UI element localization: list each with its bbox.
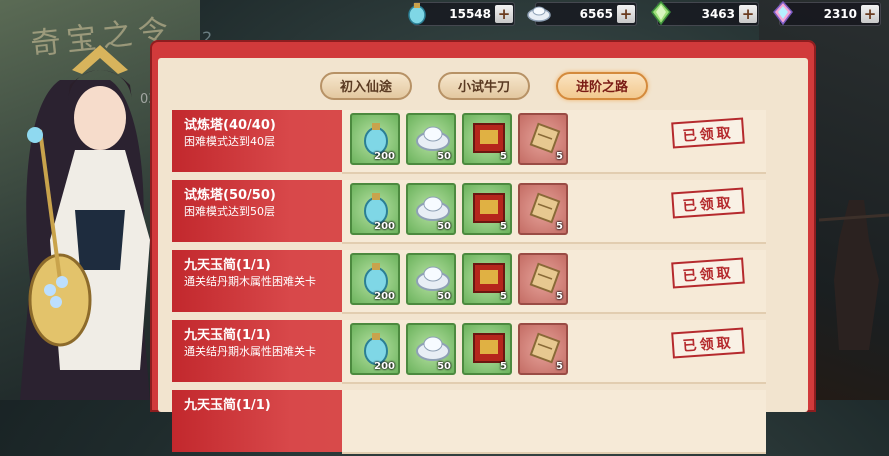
reward-count: 200: [374, 151, 395, 162]
reward-count: 50: [437, 151, 451, 162]
reward-items: 200 50 5 5 已领取: [342, 110, 766, 174]
reward-count: 5: [500, 361, 507, 372]
reward-item[interactable]: 5: [462, 183, 512, 235]
currency-value: 2310: [823, 7, 857, 21]
silver-ingot-icon: [416, 266, 450, 291]
tab-trial[interactable]: 小试牛刀: [438, 72, 530, 100]
add-currency-button[interactable]: +: [861, 5, 879, 23]
reward-item[interactable]: 5: [462, 253, 512, 305]
task-description: 困难模式达到50层: [184, 205, 275, 218]
reward-count: 5: [500, 291, 507, 302]
reward-count: 5: [556, 221, 563, 232]
reward-items: 200 50 5 5 已领取: [342, 250, 766, 314]
jade-potion-icon: [404, 0, 430, 26]
list-item: 试炼塔(50/50) 困难模式达到50层 200 50 5 5 已领取: [172, 180, 766, 246]
silver-ingot-icon: [526, 0, 552, 26]
add-currency-button[interactable]: +: [495, 5, 513, 23]
list-item: 九天玉简(1/1) 通关结丹期木属性困难关卡 200 50 5 5 已领取: [172, 250, 766, 316]
currency-jade-potion: 15548 +: [408, 2, 515, 26]
task-description: 通关结丹期木属性困难关卡: [184, 275, 316, 288]
reward-count: 5: [500, 151, 507, 162]
tab-bar: 初入仙途 小试牛刀 进阶之路: [320, 72, 648, 100]
reward-item[interactable]: 5: [518, 253, 568, 305]
reward-item[interactable]: 50: [406, 253, 456, 305]
reward-count: 5: [556, 361, 563, 372]
claimed-stamp: 已领取: [671, 187, 745, 219]
rainbow-crystal-icon: [770, 0, 796, 26]
tab-beginner[interactable]: 初入仙途: [320, 72, 412, 100]
currency-silver-ingot: 6565 +: [527, 2, 637, 26]
task-description: 通关结丹期水属性困难关卡: [184, 345, 316, 358]
reward-item[interactable]: 50: [406, 183, 456, 235]
reward-items: 200 50 5 5 已领取: [342, 320, 766, 384]
jade-crystal-icon: [648, 0, 674, 26]
reward-item[interactable]: 200: [350, 253, 400, 305]
claimed-stamp: 已领取: [671, 327, 745, 359]
reward-item[interactable]: 200: [350, 183, 400, 235]
add-currency-button[interactable]: +: [739, 5, 757, 23]
reward-items: 200 50 5 5 已领取: [342, 180, 766, 244]
reward-count: 200: [374, 221, 395, 232]
currency-rainbow-crystal: 2310 +: [773, 0, 881, 26]
claimed-stamp: 已领取: [671, 257, 745, 289]
reward-count: 5: [556, 151, 563, 162]
silver-ingot-icon: [416, 196, 450, 221]
background-warrior: [819, 200, 889, 350]
tab-advanced[interactable]: 进阶之路: [556, 72, 648, 100]
reward-count: 200: [374, 361, 395, 372]
reward-count: 50: [437, 221, 451, 232]
reward-item[interactable]: 200: [350, 113, 400, 165]
add-currency-button[interactable]: +: [617, 5, 635, 23]
reward-item[interactable]: 5: [462, 323, 512, 375]
reward-item[interactable]: 5: [518, 113, 568, 165]
reward-item[interactable]: 50: [406, 323, 456, 375]
reward-item[interactable]: 5: [518, 183, 568, 235]
reward-item[interactable]: 200: [350, 323, 400, 375]
reward-count: 5: [556, 291, 563, 302]
currency-value: 15548: [449, 7, 491, 21]
reward-item[interactable]: 5: [518, 323, 568, 375]
list-item: 九天玉简(1/1) 通关结丹期水属性困难关卡 200 50 5 5 已领取: [172, 320, 766, 386]
reward-item[interactable]: 50: [406, 113, 456, 165]
currency-bar: 15548 + 6565 + 3463 + 2310 +: [408, 0, 881, 26]
task-description: 困难模式达到40层: [184, 135, 275, 148]
currency-value: 6565: [579, 7, 613, 21]
reward-count: 50: [437, 291, 451, 302]
currency-jade-crystal: 3463 +: [651, 0, 759, 26]
silver-ingot-icon: [416, 336, 450, 361]
silver-ingot-icon: [416, 126, 450, 151]
reward-count: 5: [500, 221, 507, 232]
currency-value: 3463: [701, 7, 735, 21]
reward-count: 200: [374, 291, 395, 302]
reward-item[interactable]: 5: [462, 113, 512, 165]
list-item: 试炼塔(40/40) 困难模式达到40层 200 50 5 5 已领取: [172, 110, 766, 176]
character-portrait: [20, 45, 150, 400]
reward-count: 50: [437, 361, 451, 372]
claimed-stamp: 已领取: [671, 117, 745, 149]
